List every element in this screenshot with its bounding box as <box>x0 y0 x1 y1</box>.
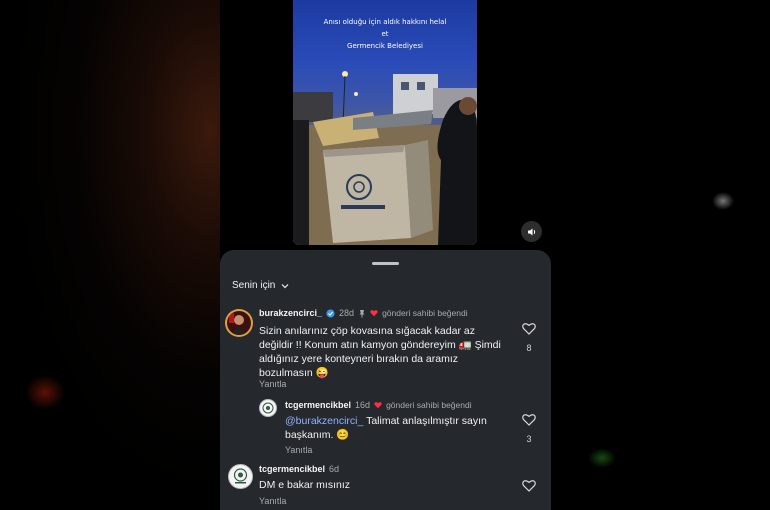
background-glow <box>588 448 616 468</box>
comment-username[interactable]: tcgermencikbel <box>259 464 325 474</box>
comment-item: tcgermencikbel 16d gönderi sahibi beğend… <box>220 399 551 459</box>
volume-button[interactable] <box>521 221 542 242</box>
comment-time: 6d <box>329 464 340 474</box>
like-count: 3 <box>526 434 532 444</box>
comments-sheet: Senin için burakzencirci_ 28d gönderi sa… <box>220 250 551 510</box>
reply-button[interactable]: Yanıtla <box>259 379 286 389</box>
heart-outline-icon[interactable] <box>522 413 536 426</box>
avatar[interactable] <box>225 309 253 337</box>
heart-outline-icon[interactable] <box>522 322 536 335</box>
comment-text: Sizin anılarınız çöp kovasına sığacak ka… <box>259 325 501 379</box>
comment-sort-dropdown[interactable]: Senin için <box>232 280 289 291</box>
reply-button[interactable]: Yanıtla <box>285 445 312 455</box>
avatar-image <box>227 311 251 335</box>
background-glow <box>25 375 65 410</box>
like-count: 8 <box>526 343 532 353</box>
pin-icon <box>359 309 365 317</box>
video-caption-line: Germencik Belediyesi <box>347 42 423 50</box>
reply-button[interactable]: Yanıtla <box>259 496 286 506</box>
liked-by-author-label: gönderi sahibi beğendi <box>386 400 472 410</box>
video-caption-line: Anısı olduğu için aldık hakkını helal <box>323 18 447 26</box>
speaker-icon <box>527 228 535 235</box>
chevron-down-icon <box>281 283 289 288</box>
comment-username[interactable]: tcgermencikbel <box>285 400 351 410</box>
comment-text: DM e bakar mısınız <box>259 479 351 491</box>
municipality-logo-icon <box>233 468 248 484</box>
comment-item: burakzencirci_ 28d gönderi sahibi beğend… <box>220 308 551 389</box>
heart-filled-icon <box>370 310 378 317</box>
mention-link[interactable]: @burakzencirci_ <box>285 415 363 427</box>
background-glow <box>712 192 734 210</box>
municipality-logo-icon <box>262 402 274 414</box>
video-caption-line: et <box>381 30 389 38</box>
comment-item: tcgermencikbel 6d DM e bakar mısınız Yan… <box>220 463 551 510</box>
verified-badge-icon <box>326 308 335 318</box>
avatar[interactable] <box>228 464 253 489</box>
drag-handle[interactable] <box>372 262 399 265</box>
comment-username[interactable]: burakzencirci_ <box>259 308 322 318</box>
comment-time: 16d <box>355 400 371 410</box>
heart-outline-icon[interactable] <box>522 479 536 492</box>
heart-filled-icon <box>374 402 382 409</box>
sort-label: Senin için <box>232 280 276 291</box>
liked-by-author-label: gönderi sahibi beğendi <box>382 308 468 318</box>
avatar[interactable] <box>259 399 277 417</box>
reel-video[interactable]: Anısı olduğu için aldık hakkını helal et… <box>293 0 477 245</box>
blurred-background-right <box>550 0 770 510</box>
blurred-background-left <box>0 0 220 510</box>
comment-time: 28d <box>339 308 355 318</box>
